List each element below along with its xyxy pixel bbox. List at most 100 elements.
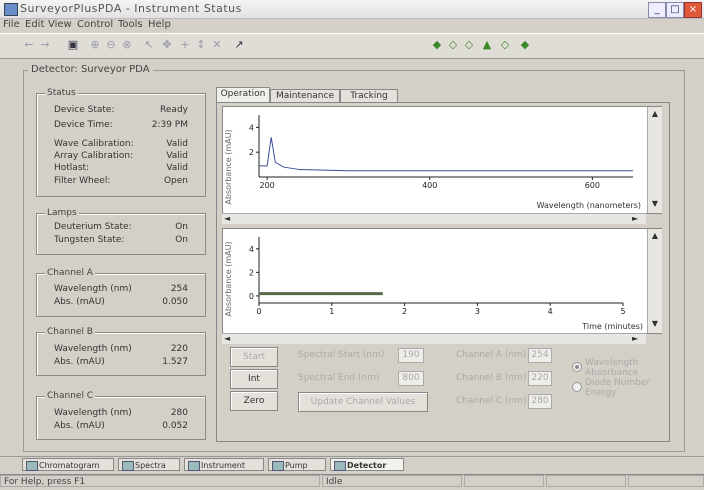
task-chromatogram[interactable]: Chromatogram (22, 458, 114, 471)
task-label: Chromatogram (39, 461, 100, 470)
zoom-fit-icon[interactable]: ⊗ (120, 38, 134, 52)
channel-b-nm-input[interactable]: 220 (528, 371, 552, 386)
spectral-start-label: Spectral Start (nm) (298, 350, 385, 360)
window-title: SurveyorPlusPDA - Instrument Status (20, 2, 242, 15)
title-bar[interactable]: SurveyorPlusPDA - Instrument Status _ □ … (0, 0, 704, 19)
delete-icon[interactable]: ✕ (210, 38, 224, 52)
channel-c-title: Channel C (45, 391, 96, 401)
scroll-up-icon[interactable]: ▲ (648, 231, 662, 241)
menu-help[interactable]: Help (148, 19, 171, 30)
status-pane (464, 475, 544, 487)
status-label: Device State: (54, 105, 115, 115)
spectrum-hscroll[interactable]: ◄ ► (222, 213, 646, 224)
tab-maintenance[interactable]: Maintenance (270, 89, 340, 103)
lamp-value: On (175, 235, 188, 245)
zero-button[interactable]: Zero (230, 391, 278, 411)
y-tick-label: 4 (249, 245, 254, 254)
menu-tools[interactable]: Tools (118, 19, 143, 30)
status-value: Ready (160, 105, 188, 115)
lamps-group (36, 213, 206, 255)
status-icon[interactable]: ◆ (518, 38, 532, 52)
scroll-left-icon[interactable]: ◄ (224, 334, 230, 344)
close-button[interactable]: × (684, 2, 702, 18)
task-instrument[interactable]: Instrument (184, 458, 264, 471)
task-pump[interactable]: Pump (268, 458, 326, 471)
channel-label: Abs. (mAU) (54, 421, 105, 431)
lamp-value: On (175, 222, 188, 232)
spectrum-xlabel: Wavelength (nanometers) (537, 201, 641, 210)
start-button[interactable]: Start (230, 347, 278, 367)
data-line (259, 137, 633, 172)
spectral-end-input[interactable]: 800 (398, 371, 424, 386)
spectrum-chart[interactable]: Absorbance (mAU) Wavelength (nanometers)… (222, 106, 662, 214)
channel-label: Abs. (mAU) (54, 357, 105, 367)
print-icon[interactable]: ▣ (66, 38, 80, 52)
menu-file[interactable]: File (3, 19, 20, 30)
channel-a-title: Channel A (45, 268, 95, 278)
spectrum-vscroll[interactable]: ▲ ▼ (647, 107, 662, 213)
spectral-start-input[interactable]: 190 (398, 348, 424, 363)
stop-icon[interactable]: ▲ (480, 38, 494, 52)
toolbar: ← → ▣ ⊕ ⊖ ⊗ ↖ ✥ + ↕ ✕ ↗ ◆ ◇ ◇ ▲ ◇ ◆ (0, 33, 704, 59)
tab-tracking[interactable]: Tracking (340, 89, 398, 103)
zoom-out-icon[interactable]: ⊖ (104, 38, 118, 52)
menu-bar: File Edit View Control Tools Help (0, 19, 704, 32)
scroll-left-icon[interactable]: ◄ (224, 214, 230, 224)
channel-label: Wavelength (nm) (54, 408, 132, 418)
run-icon[interactable]: ◆ (430, 38, 444, 52)
int-button[interactable]: Int (230, 369, 278, 389)
menu-control[interactable]: Control (77, 19, 113, 30)
menu-edit[interactable]: Edit (25, 19, 44, 30)
status-value: Valid (166, 163, 188, 173)
cursor-icon[interactable]: ↖ (142, 38, 156, 52)
status-label: Device Time: (54, 120, 113, 130)
channel-c-nm-input[interactable]: 280 (528, 394, 552, 409)
scroll-up-icon[interactable]: ▲ (648, 109, 662, 119)
forward-icon[interactable]: → (38, 38, 52, 52)
status-label: Wave Calibration: (54, 139, 134, 149)
status-label: Array Calibration: (54, 151, 134, 161)
scroll-down-icon[interactable]: ▼ (648, 199, 662, 209)
diode-number-energy-label: Diode Number Energy (585, 378, 651, 398)
channel-a-nm-input[interactable]: 254 (528, 348, 552, 363)
chromatogram-chart[interactable]: Absorbance (mAU) Time (minutes) 0 1 2 3 4 5 4 2… (222, 228, 662, 334)
lamps-group-title: Lamps (45, 208, 79, 218)
scroll-right-icon[interactable]: ► (632, 334, 638, 344)
run-queue-icon[interactable]: ◇ (462, 38, 476, 52)
detector-icon (334, 461, 346, 471)
run-sequence-icon[interactable]: ◇ (446, 38, 460, 52)
scroll-right-icon[interactable]: ► (632, 214, 638, 224)
chromatogram-vscroll[interactable]: ▲ ▼ (647, 229, 662, 333)
tab-operation[interactable]: Operation (216, 87, 270, 103)
minimize-button[interactable]: _ (648, 2, 666, 18)
diode-number-energy-radio[interactable] (572, 382, 582, 392)
back-icon[interactable]: ← (22, 38, 36, 52)
channel-value: 254 (170, 284, 188, 294)
mark-icon[interactable]: + (178, 38, 192, 52)
status-state: Idle (322, 475, 462, 487)
pump-icon (272, 461, 284, 471)
channel-a-group (36, 273, 206, 317)
channel-value: 0.052 (162, 421, 188, 431)
chromatogram-hscroll[interactable]: ◄ ► (222, 333, 646, 344)
wavelength-absorbance-radio[interactable] (572, 362, 582, 372)
help-pointer-icon[interactable]: ↗ (232, 38, 246, 52)
y-tick-label: 2 (249, 148, 254, 157)
menu-view[interactable]: View (48, 19, 72, 30)
spectral-end-label: Spectral End (nm) (298, 373, 380, 383)
detector-group-title: Detector: Surveyor PDA (28, 64, 153, 75)
x-tick-label: 200 (259, 181, 274, 190)
spectrum-ylabel: Absorbance (mAU) (224, 129, 233, 204)
y-tick-label: 0 (249, 292, 254, 301)
measure-icon[interactable]: ↕ (194, 38, 208, 52)
task-detector[interactable]: Detector (330, 458, 404, 471)
scroll-down-icon[interactable]: ▼ (648, 319, 662, 329)
pause-icon[interactable]: ◇ (498, 38, 512, 52)
maximize-button[interactable]: □ (666, 2, 684, 18)
pan-icon[interactable]: ✥ (160, 38, 174, 52)
status-value: Valid (166, 151, 188, 161)
zoom-in-icon[interactable]: ⊕ (88, 38, 102, 52)
task-spectra[interactable]: Spectra (118, 458, 180, 471)
update-channel-values-button[interactable]: Update Channel Values (298, 392, 428, 412)
x-tick-label: 0 (256, 307, 261, 316)
